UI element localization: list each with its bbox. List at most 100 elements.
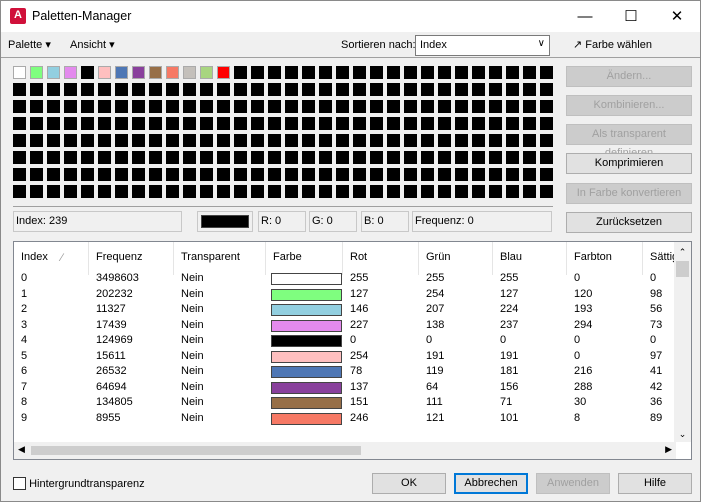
palette-swatch[interactable]: [438, 100, 451, 113]
combine-button[interactable]: Kombinieren...: [566, 95, 692, 116]
table-row[interactable]: 4 124969 Nein 0 0 0 0 0: [14, 334, 676, 349]
palette-swatch[interactable]: [302, 66, 315, 79]
palette-swatch[interactable]: [506, 134, 519, 147]
palette-swatch[interactable]: [506, 168, 519, 181]
palette-swatch[interactable]: [506, 117, 519, 130]
palette-swatch[interactable]: [523, 100, 536, 113]
column-header[interactable]: Frequenz: [96, 251, 142, 263]
palette-swatch[interactable]: [268, 66, 281, 79]
cancel-button[interactable]: Abbrechen: [454, 473, 528, 494]
apply-button[interactable]: Anwenden: [536, 473, 610, 494]
change-button[interactable]: Ändern...: [566, 66, 692, 87]
palette-swatch[interactable]: [166, 185, 179, 198]
palette-swatch[interactable]: [540, 100, 553, 113]
palette-swatch[interactable]: [540, 117, 553, 130]
table-row[interactable]: 5 15611 Nein 254 191 191 0 97: [14, 350, 676, 365]
palette-swatch[interactable]: [523, 151, 536, 164]
palette-swatch[interactable]: [234, 83, 247, 96]
palette-swatch[interactable]: [472, 168, 485, 181]
palette-swatch[interactable]: [217, 83, 230, 96]
palette-swatch[interactable]: [523, 83, 536, 96]
palette-swatch[interactable]: [268, 168, 281, 181]
minimize-button[interactable]: —: [562, 1, 608, 32]
palette-swatch[interactable]: [285, 168, 298, 181]
palette-swatch[interactable]: [353, 117, 366, 130]
palette-swatch[interactable]: [421, 83, 434, 96]
palette-swatch[interactable]: [30, 100, 43, 113]
palette-swatch[interactable]: [370, 168, 383, 181]
column-divider[interactable]: [492, 242, 493, 275]
palette-swatch[interactable]: [319, 100, 332, 113]
palette-swatch[interactable]: [132, 100, 145, 113]
palette-swatch[interactable]: [506, 66, 519, 79]
palette-swatch[interactable]: [370, 117, 383, 130]
palette-swatch[interactable]: [506, 100, 519, 113]
palette-swatch[interactable]: [47, 134, 60, 147]
palette-swatch[interactable]: [540, 185, 553, 198]
palette-swatch[interactable]: [370, 66, 383, 79]
palette-swatch[interactable]: [268, 151, 281, 164]
table-row[interactable]: 8 134805 Nein 151 111 71 30 36: [14, 396, 676, 411]
palette-swatch[interactable]: [319, 117, 332, 130]
palette-swatch[interactable]: [387, 134, 400, 147]
table-row[interactable]: 6 26532 Nein 78 119 181 216 41: [14, 365, 676, 380]
palette-swatch[interactable]: [132, 185, 145, 198]
palette-swatch[interactable]: [115, 100, 128, 113]
palette-swatch[interactable]: [166, 134, 179, 147]
pick-color-button[interactable]: ↗ Farbe wählen: [573, 38, 652, 51]
palette-swatch[interactable]: [200, 168, 213, 181]
column-divider[interactable]: [342, 242, 343, 275]
palette-swatch[interactable]: [81, 66, 94, 79]
palette-swatch[interactable]: [81, 134, 94, 147]
palette-swatch[interactable]: [370, 134, 383, 147]
palette-swatch[interactable]: [200, 117, 213, 130]
palette-swatch[interactable]: [81, 117, 94, 130]
palette-swatch[interactable]: [353, 134, 366, 147]
palette-swatch[interactable]: [336, 66, 349, 79]
palette-swatch[interactable]: [251, 134, 264, 147]
palette-swatch[interactable]: [200, 134, 213, 147]
palette-swatch[interactable]: [30, 83, 43, 96]
palette-swatch[interactable]: [387, 83, 400, 96]
palette-swatch[interactable]: [13, 185, 26, 198]
palette-swatch[interactable]: [115, 66, 128, 79]
palette-swatch[interactable]: [200, 66, 213, 79]
palette-swatch[interactable]: [302, 134, 315, 147]
palette-swatch[interactable]: [183, 168, 196, 181]
palette-swatch[interactable]: [166, 83, 179, 96]
palette-swatch[interactable]: [81, 168, 94, 181]
palette-swatch[interactable]: [64, 168, 77, 181]
palette-swatch[interactable]: [540, 66, 553, 79]
palette-swatch[interactable]: [234, 151, 247, 164]
palette-swatch[interactable]: [302, 151, 315, 164]
palette-swatch[interactable]: [421, 117, 434, 130]
table-row[interactable]: 1 202232 Nein 127 254 127 120 98: [14, 288, 676, 303]
palette-swatch[interactable]: [13, 134, 26, 147]
palette-swatch[interactable]: [285, 151, 298, 164]
palette-swatch[interactable]: [149, 83, 162, 96]
palette-swatch[interactable]: [472, 117, 485, 130]
palette-swatch[interactable]: [13, 100, 26, 113]
palette-swatch[interactable]: [64, 151, 77, 164]
palette-swatch[interactable]: [421, 151, 434, 164]
palette-swatch[interactable]: [166, 66, 179, 79]
palette-swatch[interactable]: [370, 185, 383, 198]
scroll-left-icon[interactable]: ◀: [18, 444, 25, 455]
palette-swatch[interactable]: [455, 83, 468, 96]
palette-swatch[interactable]: [302, 168, 315, 181]
column-divider[interactable]: [418, 242, 419, 275]
palette-swatch[interactable]: [387, 117, 400, 130]
palette-swatch[interactable]: [81, 83, 94, 96]
palette-swatch[interactable]: [455, 185, 468, 198]
palette-swatch[interactable]: [472, 134, 485, 147]
palette-swatch[interactable]: [149, 117, 162, 130]
palette-swatch[interactable]: [455, 134, 468, 147]
palette-swatch[interactable]: [183, 117, 196, 130]
palette-swatch[interactable]: [268, 185, 281, 198]
palette-swatch[interactable]: [81, 100, 94, 113]
palette-swatch[interactable]: [166, 151, 179, 164]
palette-swatch[interactable]: [234, 185, 247, 198]
palette-swatch[interactable]: [285, 117, 298, 130]
palette-swatch[interactable]: [353, 151, 366, 164]
palette-swatch[interactable]: [149, 134, 162, 147]
